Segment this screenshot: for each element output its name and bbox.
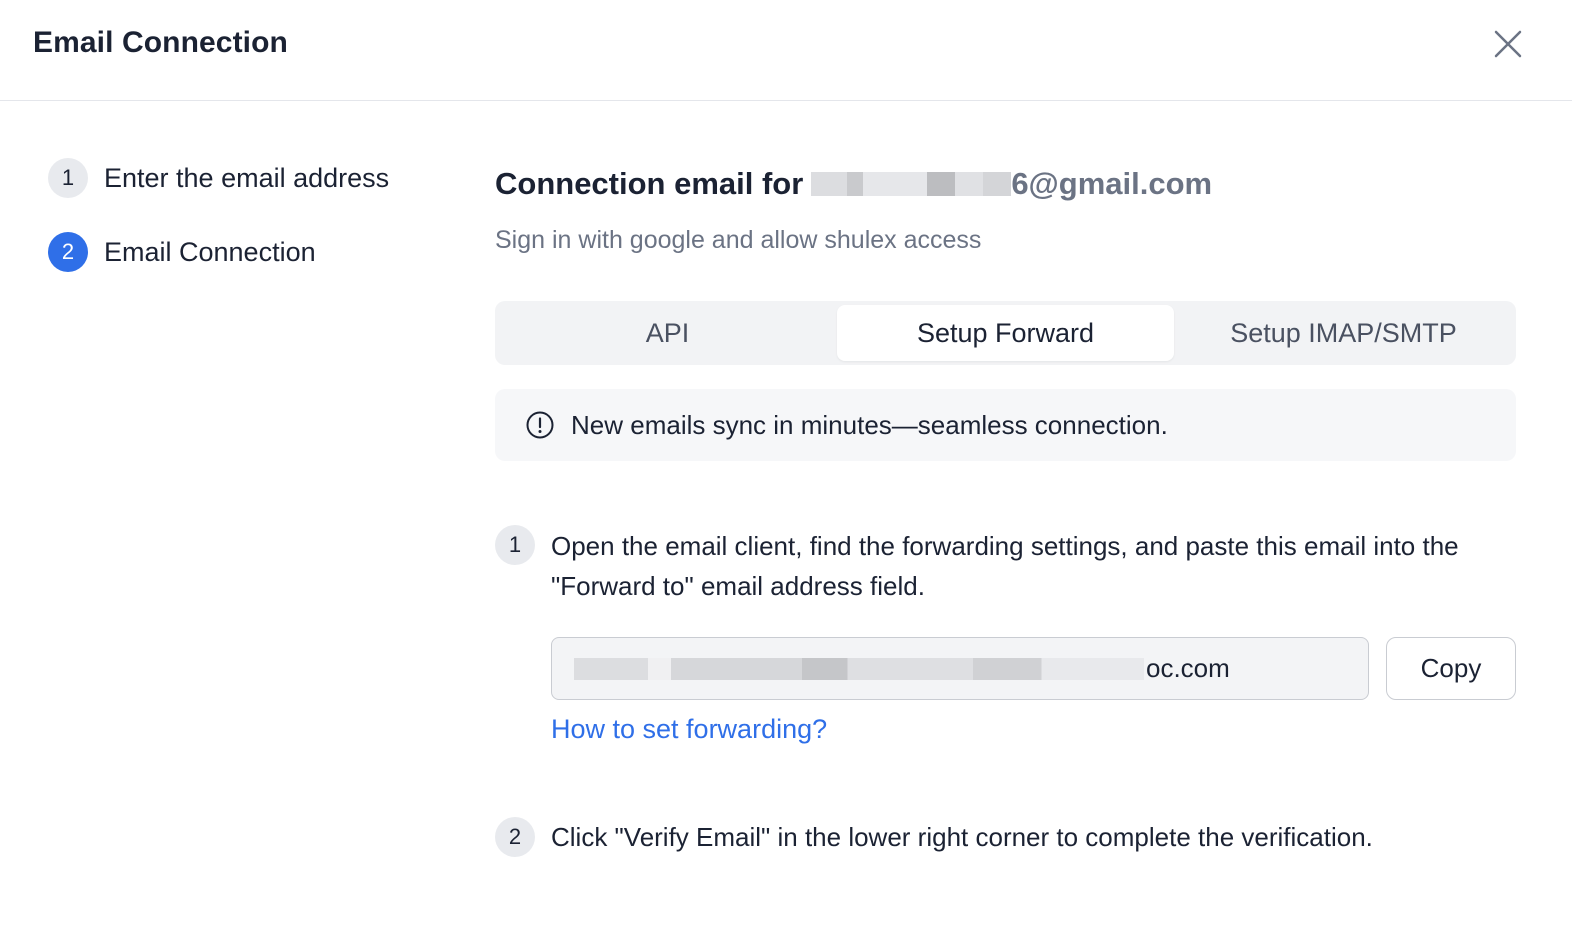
modal-title: Email Connection: [33, 26, 288, 59]
how-to-forward-link[interactable]: How to set forwarding?: [551, 714, 827, 745]
email-connection-modal: Email Connection 1 Enter the email addre…: [0, 0, 1572, 934]
connection-method-tabs: API Setup Forward Setup IMAP/SMTP: [495, 301, 1516, 365]
connection-email: 6@gmail.com: [1011, 166, 1213, 201]
close-icon: [1494, 30, 1522, 58]
info-alert: New emails sync in minutes—seamless conn…: [495, 389, 1516, 461]
close-button[interactable]: [1488, 24, 1528, 64]
step-number: 1: [48, 158, 88, 198]
step-2: 2 Email Connection: [48, 232, 316, 272]
step-1: 1 Enter the email address: [48, 158, 389, 198]
instruction-text: Open the email client, find the forwardi…: [551, 526, 1459, 606]
forward-email-field[interactable]: oc.com: [551, 637, 1369, 700]
instruction-text: Click "Verify Email" in the lower right …: [551, 822, 1373, 852]
alert-message: New emails sync in minutes—seamless conn…: [571, 409, 1168, 440]
connection-title: Connection email for 6@gmail.com: [495, 162, 1212, 206]
step-label: Enter the email address: [104, 162, 390, 193]
step-number: 2: [48, 232, 88, 272]
tab-setup-forward[interactable]: Setup Forward: [837, 305, 1174, 361]
redacted-forward-email: [574, 657, 1144, 680]
modal-header: Email Connection: [0, 0, 1572, 101]
connection-title-prefix: Connection email for: [495, 166, 804, 201]
copy-button[interactable]: Copy: [1386, 637, 1516, 700]
tab-setup-imap-smtp[interactable]: Setup IMAP/SMTP: [1175, 305, 1512, 361]
connection-subtitle: Sign in with google and allow shulex acc…: [495, 226, 982, 254]
instruction-number: 1: [495, 525, 535, 565]
instruction-line: Open the email client, find the forwardi…: [551, 531, 1459, 561]
instruction-line: "Forward to" email address field.: [551, 571, 925, 601]
instruction-number: 2: [495, 817, 535, 857]
info-circle-icon: [526, 411, 554, 439]
redacted-email: [811, 172, 1012, 196]
forward-email-value: oc.com: [1146, 653, 1230, 683]
tab-api[interactable]: API: [499, 305, 836, 361]
step-label: Email Connection: [104, 236, 316, 267]
